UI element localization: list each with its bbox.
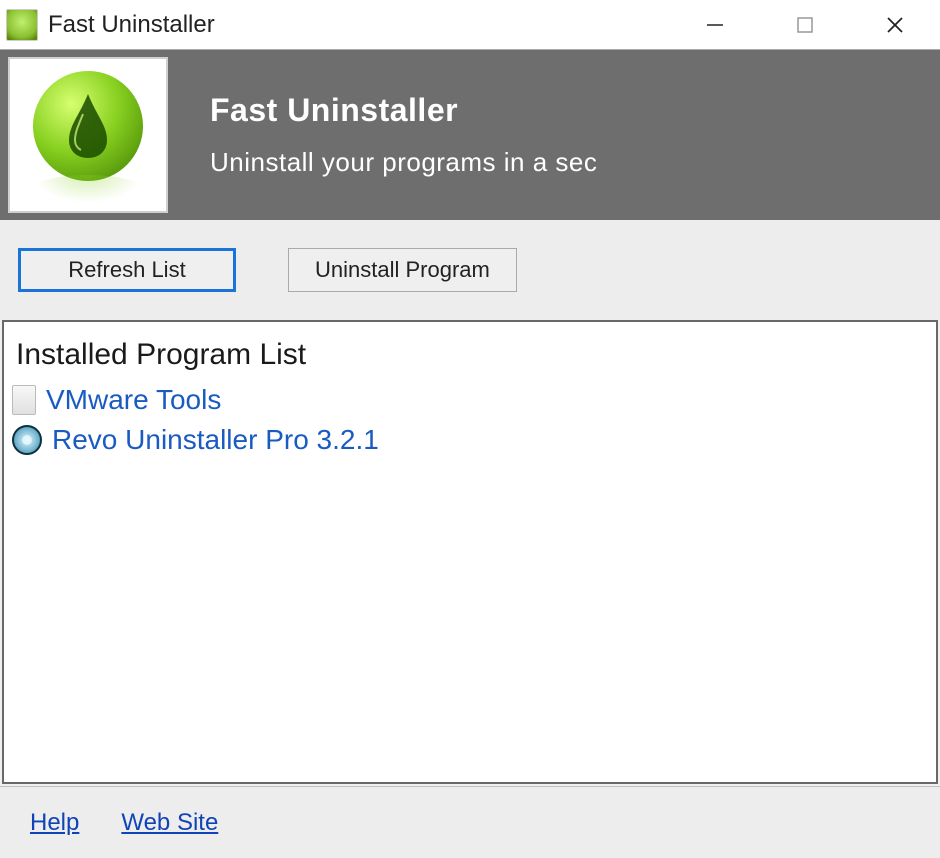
- list-item[interactable]: Revo Uninstaller Pro 3.2.1: [12, 420, 928, 460]
- header-banner: Fast Uninstaller Uninstall your programs…: [0, 50, 940, 220]
- document-icon: [12, 385, 36, 415]
- uninstall-program-button[interactable]: Uninstall Program: [288, 248, 517, 292]
- titlebar: Fast Uninstaller: [0, 0, 940, 50]
- header-text: Fast Uninstaller Uninstall your programs…: [210, 92, 597, 178]
- maximize-button[interactable]: [760, 0, 850, 50]
- drop-orb-icon: [33, 71, 143, 181]
- program-list: VMware Tools Revo Uninstaller Pro 3.2.1: [4, 380, 936, 460]
- footer: Help Web Site: [0, 786, 940, 858]
- window-title: Fast Uninstaller: [48, 11, 215, 39]
- app-icon: [6, 9, 38, 41]
- minimize-button[interactable]: [670, 0, 760, 50]
- program-list-frame: Installed Program List VMware Tools Revo…: [2, 320, 938, 784]
- revo-icon: [12, 425, 42, 455]
- program-name: VMware Tools: [46, 384, 221, 416]
- program-name: Revo Uninstaller Pro 3.2.1: [52, 424, 379, 456]
- drop-icon: [65, 92, 111, 160]
- help-link[interactable]: Help: [30, 809, 79, 837]
- header-title: Fast Uninstaller: [210, 92, 597, 129]
- app-logo-box: [8, 57, 168, 213]
- list-item[interactable]: VMware Tools: [12, 380, 928, 420]
- logo-reflection: [33, 175, 143, 203]
- window-controls: [670, 0, 940, 49]
- program-list-heading: Installed Program List: [4, 322, 936, 380]
- close-icon: [884, 14, 906, 36]
- close-button[interactable]: [850, 0, 940, 50]
- minimize-icon: [703, 13, 727, 37]
- refresh-list-button[interactable]: Refresh List: [18, 248, 236, 292]
- maximize-icon: [795, 15, 815, 35]
- toolbar: Refresh List Uninstall Program: [0, 220, 940, 320]
- header-subtitle: Uninstall your programs in a sec: [210, 147, 597, 178]
- website-link[interactable]: Web Site: [121, 809, 218, 837]
